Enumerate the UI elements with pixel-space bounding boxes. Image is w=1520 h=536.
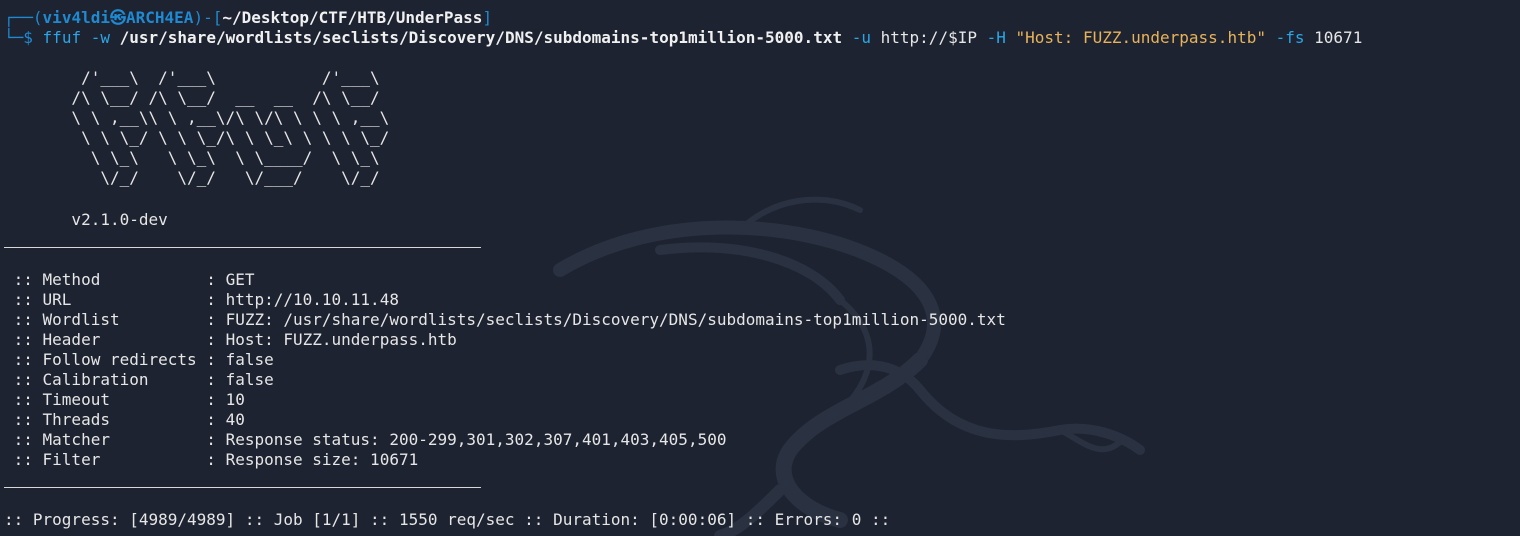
config-key: :: Matcher [4,430,207,449]
separator-top [4,247,481,248]
prompt-corner-bottom: └─ [4,28,24,47]
config-value: : false [206,350,274,369]
banner-line: \/_/ \/_/ \/___/ \/_/ [4,168,380,187]
prompt-separator: )-[ [193,8,223,27]
banner-line: \ \ \_/ \ \ \_/\ \ \_\ \ \ \ \_/ [4,128,390,147]
config-value: : GET [206,270,255,289]
config-key: :: Threads [4,410,207,429]
config-value: : FUZZ: /usr/share/wordlists/seclists/Di… [206,310,1006,329]
banner-line: \ \ ,__\\ \ ,__\/\ \/\ \ \ \ ,__\ [4,108,390,127]
prompt-line: ┌──(viv4ldi㉿ARCH4EA)-[~/Desktop/CTF/HTB/… [4,8,492,28]
config-value: : http://10.10.11.48 [206,290,399,309]
progress-line: :: Progress: [4989/4989] :: Job [1/1] ::… [4,510,891,529]
config-row: :: Filter : Response size: 10671 [4,450,419,470]
config-value: : Response status: 200-299,301,302,307,4… [206,430,727,449]
config-key: :: Method [4,270,207,289]
banner-line: /\ \__/ /\ \__/ __ __ /\ \__/ [4,88,380,107]
config-key: :: Header [4,330,207,349]
banner-line: /'___\ /'___\ /'___\ [4,68,380,87]
separator-bottom [4,487,481,488]
config-value: : 10 [206,390,245,409]
command-wordlist: /usr/share/wordlists/seclists/Discovery/… [119,28,843,47]
prompt-host: ARCH4EA [126,8,194,27]
config-row: :: Wordlist : FUZZ: /usr/share/wordlists… [4,310,1006,330]
prompt-corner-top: ┌── [4,8,33,27]
config-key: :: URL [4,290,207,309]
config-row: :: Timeout : 10 [4,390,245,410]
config-value: : Response size: 10671 [206,450,419,469]
config-value: : 40 [206,410,245,429]
config-value: : false [206,370,274,389]
command-program: ffuf [42,28,82,47]
banner-line: \ \_\ \ \_\ \ \____/ \ \_\ [4,148,380,167]
config-row: :: Header : Host: FUZZ.underpass.htb [4,330,457,350]
prompt-user: viv4ldi [42,8,110,27]
command-fs-flag: -fs [1275,28,1305,47]
config-row: :: Matcher : Response status: 200-299,30… [4,430,727,450]
version-label: v2.1.0-dev [4,210,168,229]
command-header: "Host: FUZZ.underpass.htb" [1015,28,1266,47]
config-key: :: Calibration [4,370,207,389]
config-row: :: Threads : 40 [4,410,245,430]
config-row: :: Calibration : false [4,370,274,390]
config-value: : Host: FUZZ.underpass.htb [206,330,457,349]
prompt-dollar: $ [23,28,33,47]
command-w-flag: -w [90,28,110,47]
prompt-path: ~/Desktop/CTF/HTB/UnderPass [222,8,483,27]
config-key: :: Timeout [4,390,207,409]
config-row: :: Method : GET [4,270,255,290]
command-line: └─$ ffuf -w /usr/share/wordlists/seclist… [4,28,1362,48]
command-fs-value: 10671 [1314,28,1363,47]
prompt-open-paren: ( [32,8,43,27]
kali-dragon-icon [553,196,1145,536]
prompt-close-bracket: ] [482,8,493,27]
config-row: :: Follow redirects : false [4,350,274,370]
command-url: http://$IP [880,28,977,47]
prompt-at-symbol: ㉿ [109,8,126,27]
config-row: :: URL : http://10.10.11.48 [4,290,399,310]
config-key: :: Follow redirects [4,350,207,369]
command-u-flag: -u [851,28,871,47]
command-h-flag: -H [986,28,1006,47]
config-key: :: Filter [4,450,207,469]
config-key: :: Wordlist [4,310,207,329]
